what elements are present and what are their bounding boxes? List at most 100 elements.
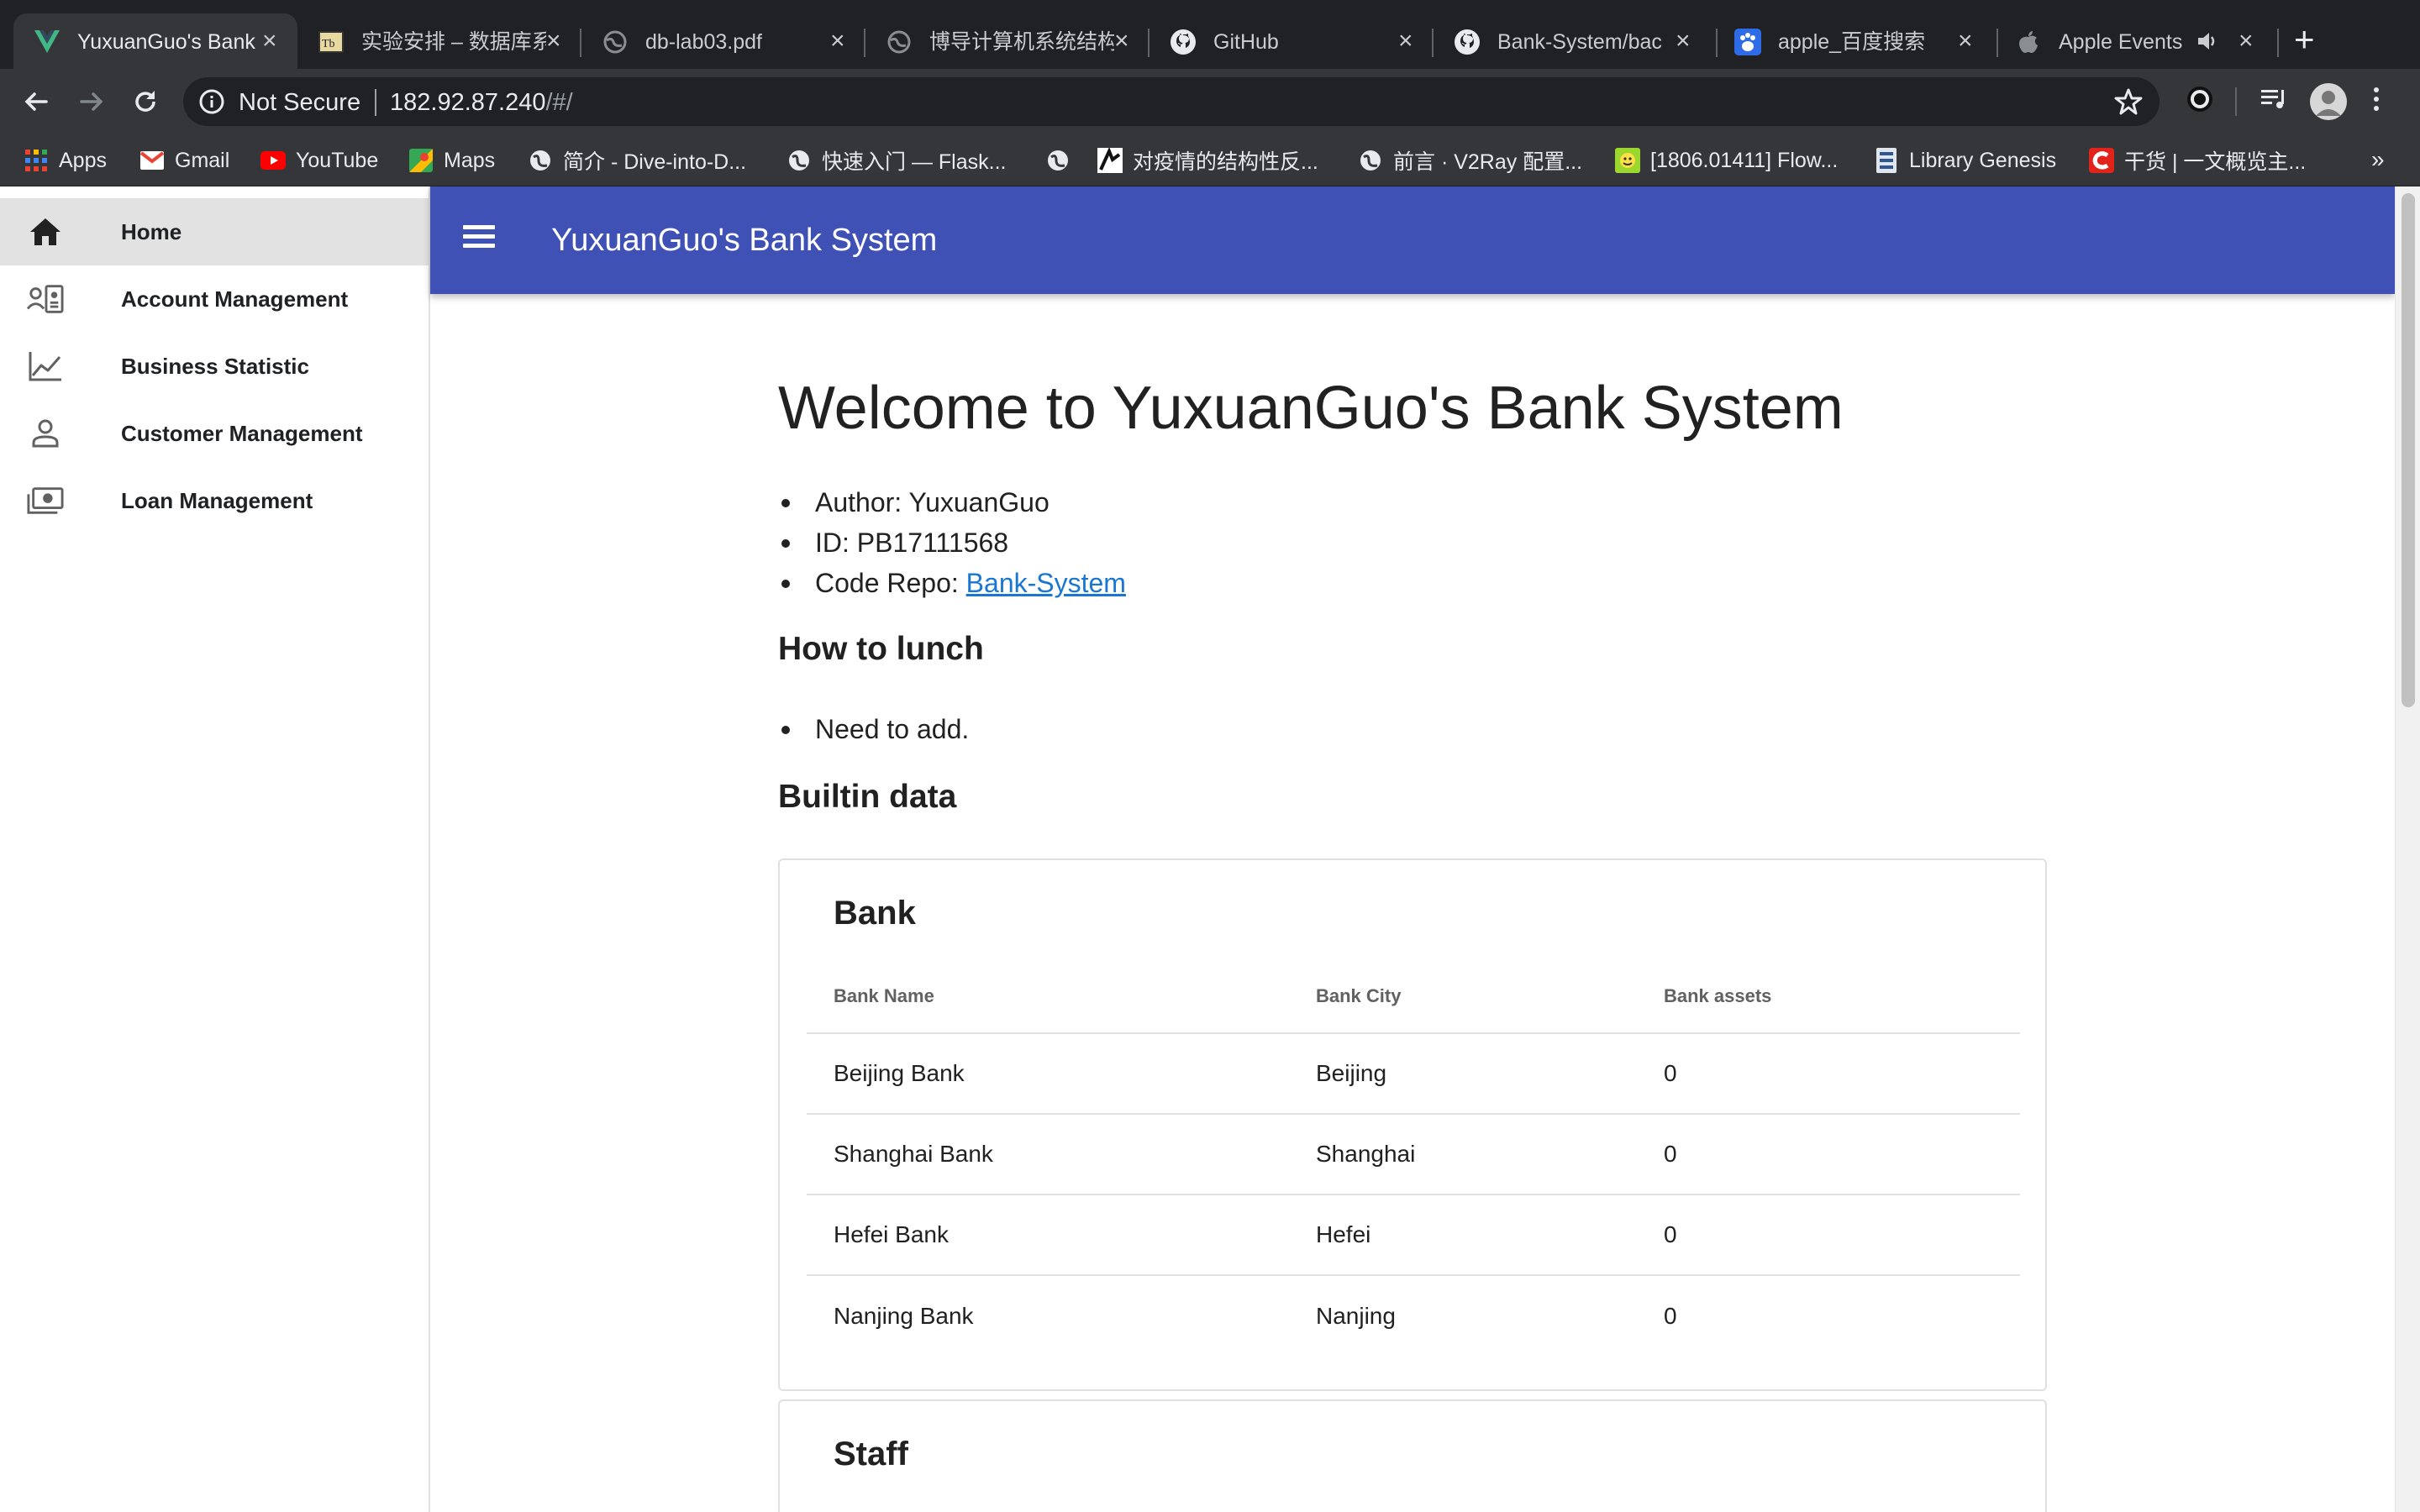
sidebar-item-customer-management[interactable]: Customer Management bbox=[0, 400, 429, 467]
sidebar-item-account-management[interactable]: Account Management bbox=[0, 265, 429, 333]
how-to-lunch-list: Need to add. bbox=[778, 709, 969, 749]
arxiv-icon bbox=[1615, 148, 1640, 173]
address-bar[interactable]: Not Secure 182.92.87.240/#/ bbox=[183, 77, 2160, 126]
bank-name-cell: Hefei Bank bbox=[807, 1194, 1289, 1276]
hamburger-menu-icon[interactable] bbox=[459, 220, 499, 260]
column-header-bank-name[interactable]: Bank Name bbox=[807, 959, 1289, 1034]
bookmark-library-genesis[interactable]: Library Genesis bbox=[1874, 146, 2056, 175]
staff-card-title: Staff bbox=[834, 1436, 908, 1473]
bookmark-arxiv-flow[interactable]: [1806.01411] Flow... bbox=[1615, 146, 1838, 175]
globe-icon bbox=[1045, 148, 1071, 173]
sidebar-item-loan-management[interactable]: Loan Management bbox=[0, 467, 429, 534]
bookmark-dive-into-dl[interactable]: 简介 - Dive-into-D... bbox=[528, 146, 746, 175]
tab-db-lab03[interactable]: db-lab03.pdf × bbox=[581, 13, 865, 69]
bookmark-apps[interactable]: Apps bbox=[24, 146, 107, 175]
gmail-icon bbox=[139, 148, 165, 173]
tab-github[interactable]: GitHub × bbox=[1150, 13, 1434, 69]
close-tab-icon[interactable]: × bbox=[262, 28, 277, 55]
bank-city-cell: Hefei bbox=[1289, 1194, 1637, 1276]
tb-site-icon: Tb bbox=[318, 29, 345, 55]
github-icon bbox=[1454, 29, 1481, 55]
tab-bank-system-github[interactable]: Bank-System/bac × bbox=[1434, 13, 1718, 69]
builtin-data-heading: Builtin data bbox=[778, 779, 957, 815]
table-row: Nanjing Bank Nanjing 0 bbox=[807, 1275, 2020, 1356]
table-row: Hefei Bank Hefei 0 bbox=[807, 1194, 2020, 1276]
close-tab-icon[interactable]: × bbox=[1676, 28, 1691, 55]
tab-computer-architecture[interactable]: 博导计算机系统结构 × bbox=[865, 13, 1150, 69]
bookmark-v2ray-config[interactable]: 前言 · V2Ray 配置... bbox=[1358, 146, 1582, 175]
tab-title: GitHub bbox=[1213, 30, 1279, 54]
app-bar: YuxuanGuo's Bank System bbox=[430, 186, 2395, 294]
bookmark-flask-quickstart[interactable]: 快速入门 — Flask... bbox=[786, 146, 1006, 175]
forward-arrow-icon[interactable] bbox=[72, 82, 111, 121]
close-tab-icon[interactable]: × bbox=[1114, 28, 1129, 55]
app-title: YuxuanGuo's Bank System bbox=[551, 223, 938, 258]
globe-icon bbox=[1358, 148, 1383, 173]
bookmark-epidemic-article[interactable]: 对疫情的结构性反... bbox=[1097, 146, 1318, 175]
sidebar-item-label: Loan Management bbox=[121, 488, 313, 513]
code-repo-link[interactable]: Bank-System bbox=[966, 568, 1126, 598]
bookmark-gmail[interactable]: Gmail bbox=[139, 146, 229, 175]
navigation-drawer: Home Account Management Business Statist… bbox=[0, 186, 430, 1512]
reload-icon[interactable] bbox=[126, 82, 165, 121]
media-queue-icon[interactable] bbox=[2259, 84, 2289, 118]
cash-icon bbox=[27, 484, 64, 517]
bank-data-card: Bank Bank Name Bank City Bank assets Bei… bbox=[778, 858, 2047, 1391]
bookmark-maps[interactable]: Maps bbox=[408, 146, 495, 175]
account-card-icon bbox=[27, 282, 64, 316]
globe-icon bbox=[886, 29, 913, 55]
extension-circle-icon[interactable] bbox=[2185, 84, 2215, 118]
tab-yuxuanguo-bank[interactable]: YuxuanGuo's Bank × bbox=[13, 13, 297, 69]
home-icon bbox=[27, 215, 64, 249]
info-icon[interactable] bbox=[198, 88, 225, 119]
author-item: Author: YuxuanGuo bbox=[778, 482, 1126, 522]
sidebar-item-business-statistic[interactable]: Business Statistic bbox=[0, 333, 429, 400]
more-bookmarks-button[interactable]: » bbox=[2371, 146, 2385, 173]
scrollbar-thumb[interactable] bbox=[2402, 193, 2415, 707]
bank-assets-cell: 0 bbox=[1637, 1033, 2020, 1115]
tab-apple-events[interactable]: Apple Events - × bbox=[1995, 13, 2279, 69]
bookmark-youtube[interactable]: YouTube bbox=[260, 146, 378, 175]
table-header-row: Bank Name Bank City Bank assets bbox=[807, 959, 2020, 1034]
sidebar-item-home[interactable]: Home bbox=[0, 198, 429, 265]
bookmark-site-icon bbox=[1097, 148, 1123, 173]
vue-logo-icon bbox=[34, 29, 60, 55]
column-header-bank-assets[interactable]: Bank assets bbox=[1637, 959, 2020, 1034]
baidu-paw-icon bbox=[1734, 29, 1761, 55]
page-scrollbar[interactable] bbox=[2395, 186, 2420, 1512]
how-to-lunch-heading: How to lunch bbox=[778, 631, 984, 667]
close-tab-icon[interactable]: × bbox=[1398, 28, 1413, 55]
column-header-bank-city[interactable]: Bank City bbox=[1289, 959, 1637, 1034]
sidebar-item-label: Home bbox=[121, 219, 182, 244]
security-label[interactable]: Not Secure bbox=[239, 89, 360, 116]
staff-data-card: Staff bbox=[778, 1399, 2047, 1512]
tab-apple-baidu[interactable]: apple_百度搜索 × bbox=[1714, 13, 1998, 69]
tab-lab-schedule[interactable]: Tb 实验安排 – 数据库系 × bbox=[297, 13, 581, 69]
close-tab-icon[interactable]: × bbox=[2238, 28, 2254, 55]
close-tab-icon[interactable]: × bbox=[830, 28, 845, 55]
github-icon bbox=[1170, 29, 1197, 55]
bank-assets-cell: 0 bbox=[1637, 1114, 2020, 1195]
bank-name-cell: Beijing Bank bbox=[807, 1033, 1289, 1115]
url-path: /#/ bbox=[545, 89, 573, 116]
url-text[interactable]: 182.92.87.240/#/ bbox=[390, 89, 573, 116]
close-tab-icon[interactable]: × bbox=[1958, 28, 1973, 55]
list-item: Need to add. bbox=[778, 709, 969, 749]
bookmark-csdn-article[interactable]: 干货 | 一文概览主... bbox=[2089, 146, 2306, 175]
avatar[interactable] bbox=[2309, 82, 2348, 125]
tab-title: YuxuanGuo's Bank bbox=[77, 30, 255, 54]
tab-title: Apple Events - bbox=[2059, 30, 2185, 54]
bank-assets-cell: 0 bbox=[1664, 1302, 1677, 1329]
url-host: 182.92.87.240 bbox=[390, 89, 546, 116]
new-tab-button[interactable]: + bbox=[2294, 22, 2315, 57]
bookmark-star-icon[interactable] bbox=[2114, 87, 2143, 120]
back-arrow-icon[interactable] bbox=[17, 82, 55, 121]
more-menu-icon[interactable] bbox=[2371, 84, 2381, 118]
maps-icon bbox=[408, 148, 434, 173]
code-repo-prefix: Code Repo: bbox=[815, 568, 966, 598]
speaker-audio-icon[interactable] bbox=[2196, 29, 2218, 57]
line-chart-icon bbox=[27, 349, 64, 383]
close-tab-icon[interactable]: × bbox=[546, 28, 561, 55]
bookmark-untitled[interactable] bbox=[1045, 146, 1081, 175]
code-repo-item: Code Repo: Bank-System bbox=[778, 563, 1126, 603]
